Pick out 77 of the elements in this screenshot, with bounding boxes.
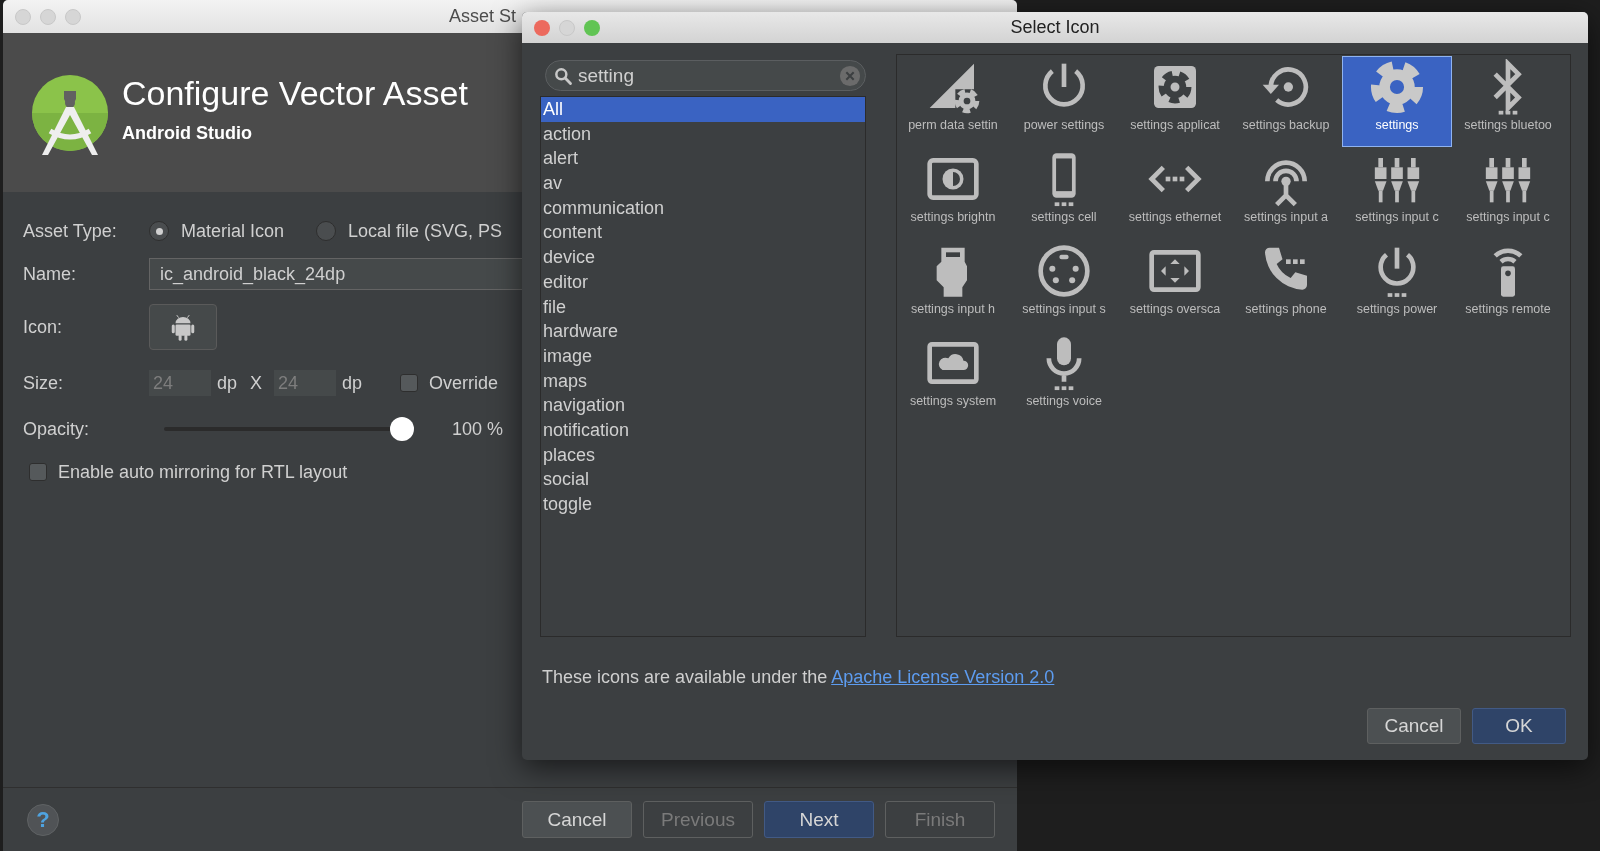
window-close-button[interactable] bbox=[534, 19, 550, 36]
icon-tile[interactable]: settings cell bbox=[1009, 148, 1119, 239]
dialog-button[interactable]: Cancel bbox=[1367, 708, 1461, 744]
icon-tile[interactable]: power settings bbox=[1009, 56, 1119, 147]
icon-tile[interactable]: settings input a bbox=[1231, 148, 1341, 239]
radio-option[interactable]: Local file (SVG, PS bbox=[316, 220, 503, 242]
icon-tile[interactable]: settings oversca bbox=[1120, 240, 1230, 331]
category-item[interactable]: toggle bbox=[541, 492, 865, 517]
category-item[interactable]: notification bbox=[541, 417, 865, 443]
window-close-button[interactable] bbox=[15, 8, 31, 25]
field-label: Opacity: bbox=[23, 418, 91, 440]
dialog-title: Select Icon bbox=[1010, 17, 1100, 38]
icon-tile[interactable]: settings brightn bbox=[898, 148, 1008, 239]
window-title: Asset St bbox=[449, 6, 517, 27]
category-item[interactable]: places bbox=[541, 442, 865, 468]
checkbox-label: Override bbox=[429, 372, 499, 394]
field-label: Name: bbox=[23, 263, 77, 285]
icon-tile[interactable]: settings phone bbox=[1231, 240, 1341, 331]
category-item[interactable]: file bbox=[541, 294, 865, 320]
icon-tile[interactable]: settings input c bbox=[1342, 148, 1452, 239]
field-label: Size: bbox=[23, 372, 65, 394]
opacity-slider[interactable] bbox=[164, 417, 414, 441]
icon-tile[interactable]: perm data settin bbox=[898, 56, 1008, 147]
field-label: Icon: bbox=[23, 316, 64, 338]
size-separator: X bbox=[250, 372, 263, 394]
wizard-subtitle: Android Studio bbox=[122, 122, 253, 144]
category-item[interactable]: av bbox=[541, 171, 865, 196]
connector-icon bbox=[1036, 243, 1092, 299]
icon-tile[interactable]: settings applicat bbox=[1120, 56, 1230, 147]
icon-tile[interactable]: settings remote bbox=[1453, 240, 1563, 331]
icon-tile[interactable]: settings power bbox=[1342, 240, 1452, 331]
icon-tile[interactable]: settings input s bbox=[1009, 240, 1119, 331]
gear-icon bbox=[1369, 59, 1425, 115]
category-item[interactable]: maps bbox=[541, 368, 865, 394]
category-item[interactable]: All bbox=[541, 97, 865, 122]
icon-tile[interactable]: settings bbox=[1342, 56, 1452, 147]
category-item[interactable]: action bbox=[541, 121, 865, 147]
icon-tile[interactable]: settings input h bbox=[898, 240, 1008, 331]
search-icon bbox=[553, 66, 573, 86]
wizard-title: Configure Vector Asset bbox=[122, 73, 468, 113]
window-minimize-button[interactable] bbox=[40, 8, 56, 25]
icon-picker-button[interactable] bbox=[149, 304, 217, 350]
license-link[interactable]: Apache License Version 2.0 bbox=[831, 667, 1055, 687]
field-label: Asset Type: bbox=[23, 220, 118, 242]
icon-tile[interactable]: settings bluetoo bbox=[1453, 56, 1563, 147]
unit-label: dp bbox=[342, 372, 363, 394]
category-item[interactable]: navigation bbox=[541, 393, 865, 418]
icon-tile[interactable]: settings voice bbox=[1009, 332, 1119, 423]
slider-thumb[interactable] bbox=[390, 417, 414, 441]
checkbox-label: Enable auto mirroring for RTL layout bbox=[58, 461, 348, 483]
category-item[interactable]: device bbox=[541, 245, 865, 270]
window-zoom-button[interactable] bbox=[584, 19, 600, 36]
wizard-button[interactable]: Cancel bbox=[522, 801, 632, 838]
radio-button[interactable] bbox=[316, 221, 337, 241]
icon-tile[interactable]: settings system bbox=[898, 332, 1008, 423]
category-item[interactable]: alert bbox=[541, 146, 865, 172]
category-item[interactable]: content bbox=[541, 220, 865, 246]
dialog-button[interactable]: OK bbox=[1472, 708, 1566, 744]
icon-tile[interactable]: settings backup bbox=[1231, 56, 1341, 147]
category-item[interactable]: hardware bbox=[541, 319, 865, 344]
category-item[interactable]: social bbox=[541, 467, 865, 492]
license-note: These icons are available under the Apache License Version 2.0 bbox=[542, 667, 1055, 687]
icon-tile[interactable]: settings ethernet bbox=[1120, 148, 1230, 239]
category-item[interactable]: editor bbox=[541, 269, 865, 295]
category-item[interactable]: image bbox=[541, 343, 865, 369]
mirroring-checkbox[interactable] bbox=[29, 463, 47, 481]
radio-button[interactable] bbox=[149, 221, 169, 241]
icon-tile[interactable]: settings input c bbox=[1453, 148, 1563, 239]
unit-label: dp bbox=[217, 372, 238, 394]
window-minimize-button[interactable] bbox=[559, 19, 575, 36]
opacity-value: 100 % bbox=[452, 418, 504, 440]
window-zoom-button[interactable] bbox=[65, 8, 81, 25]
search-field[interactable]: setting bbox=[545, 60, 866, 91]
clear-icon[interactable] bbox=[839, 65, 861, 87]
wizard-button[interactable]: Next bbox=[764, 801, 874, 838]
category-item[interactable]: communication bbox=[541, 195, 865, 221]
radio-option[interactable]: Material Icon bbox=[149, 220, 285, 242]
